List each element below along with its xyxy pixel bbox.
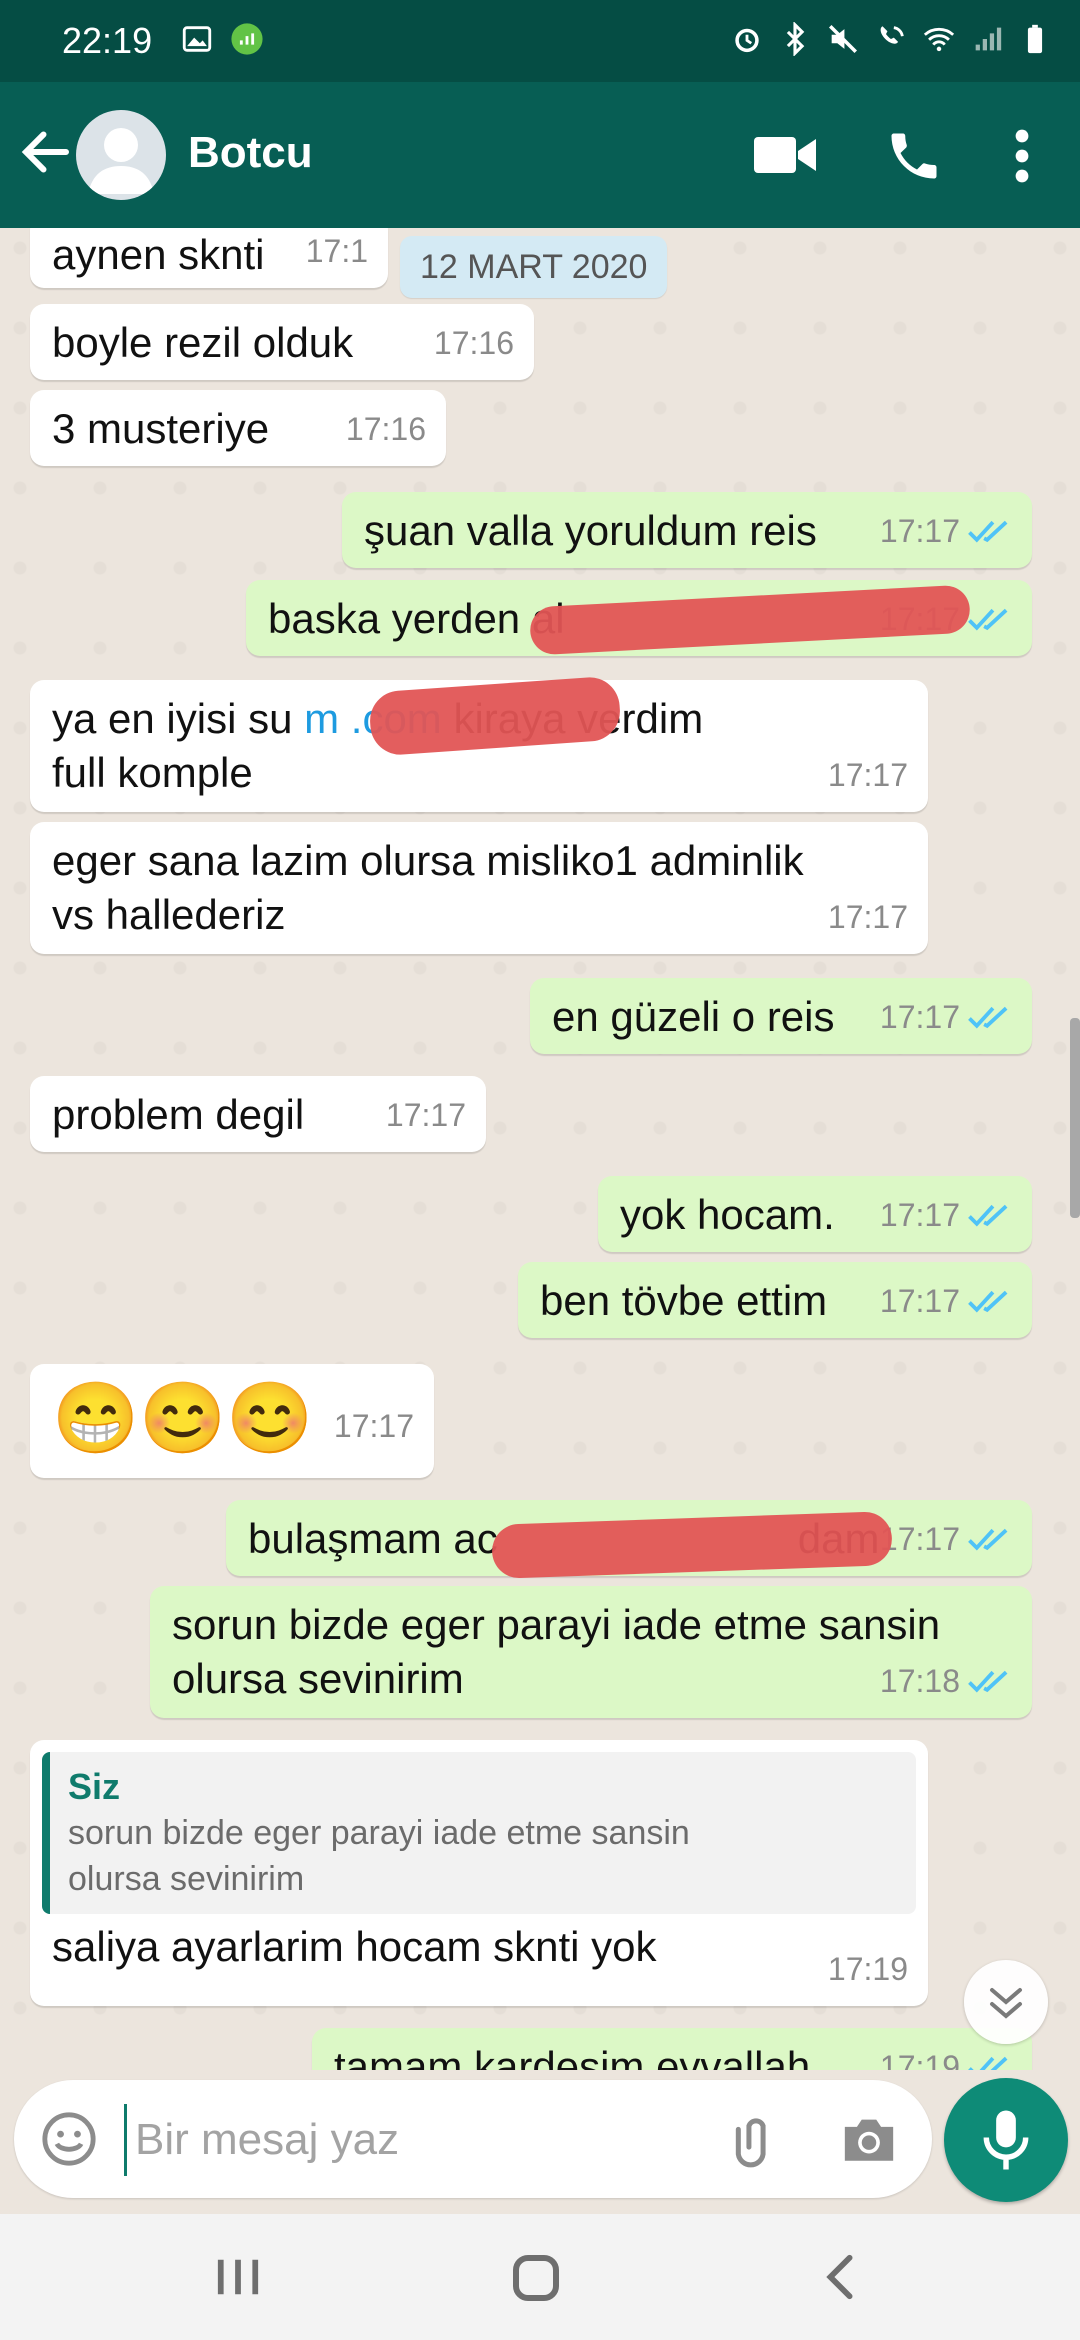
message-text: saliya ayarlarim hocam sknti yok — [52, 1923, 657, 1970]
message-time: 17:17 — [333, 1408, 414, 1444]
home-icon[interactable] — [510, 2252, 562, 2304]
mic-icon — [983, 2110, 1029, 2170]
scrollbar[interactable] — [1070, 1018, 1080, 1218]
chat-header: Botcu — [0, 82, 1080, 228]
read-ticks-icon — [968, 1670, 1008, 1693]
message-outgoing[interactable]: bulaşmam acdam 17:17 — [226, 1500, 1032, 1579]
redaction-mark — [491, 1511, 893, 1579]
camera-icon[interactable] — [840, 2112, 898, 2166]
message-text: baska yerden al — [268, 595, 565, 642]
message-incoming[interactable]: problem degil 17:17 — [30, 1076, 486, 1152]
message-text: eger sana lazim olursa misliko1 adminlik — [52, 837, 804, 884]
message-incoming[interactable]: aynen sknti 17:1 — [30, 228, 388, 288]
message-incoming[interactable]: 😁😊😊 17:17 — [30, 1364, 434, 1478]
message-text: tamam kardesim eyvallah — [334, 2043, 811, 2070]
message-composer — [14, 2080, 932, 2198]
quoted-message[interactable]: Siz sorun bizde eger parayi iade etme sa… — [42, 1752, 916, 1914]
emoji-icon[interactable] — [40, 2110, 98, 2168]
message-time: 17:17 — [879, 1197, 960, 1233]
avatar[interactable] — [76, 110, 166, 200]
message-time: 17:18 — [879, 1663, 960, 1699]
message-time: 17:16 — [345, 411, 426, 447]
message-outgoing[interactable]: baska yerden al 17:17 — [246, 580, 1032, 656]
message-text: yok hocam. — [620, 1191, 835, 1238]
quoted-text-line2: olursa sevinirim — [68, 1860, 305, 1898]
message-incoming[interactable]: ya en iyisi su m .com kiraya verdim full… — [30, 675, 928, 812]
default-avatar-icon — [88, 128, 154, 194]
message-text-line2: vs hallederiz — [52, 891, 286, 938]
message-outgoing[interactable]: şuan valla yoruldum reis 17:17 — [342, 492, 1032, 568]
message-outgoing[interactable]: yok hocam. 17:17 — [598, 1176, 1032, 1252]
video-call-icon[interactable] — [754, 132, 818, 178]
voice-record-button[interactable] — [944, 2078, 1068, 2202]
message-incoming[interactable]: 3 musteriye 17:16 — [30, 390, 446, 466]
message-input[interactable] — [124, 2104, 697, 2176]
message-text: şuan valla yoruldum reis — [364, 507, 817, 554]
mute-icon — [828, 24, 858, 54]
status-bar: 22:19 — [0, 0, 1080, 82]
cell-signal-icon — [975, 27, 1002, 51]
message-text: aynen sknti — [52, 231, 265, 278]
message-text: ben tövbe ettim — [540, 1277, 828, 1324]
message-text: en güzeli o reis — [552, 993, 835, 1040]
attach-icon[interactable] — [726, 2110, 786, 2170]
message-outgoing[interactable]: en güzeli o reis 17:17 — [530, 978, 1032, 1054]
read-ticks-icon — [968, 1006, 1008, 1029]
contact-name[interactable]: Botcu — [188, 128, 313, 178]
read-ticks-icon — [968, 1204, 1008, 1227]
message-time: 17:19 — [879, 2049, 960, 2070]
read-ticks-icon — [968, 1290, 1008, 1313]
battery-icon — [1027, 24, 1043, 54]
alarm-icon — [735, 28, 759, 53]
message-time: 17:17 — [385, 1097, 466, 1133]
message-list[interactable]: aynen sknti 17:1 12 MART 2020 boyle rezi… — [0, 228, 1080, 2070]
message-text: 3 musteriye — [52, 405, 270, 452]
message-incoming[interactable]: eger sana lazim olursa misliko1 adminlik… — [30, 822, 928, 954]
message-text: problem degil — [52, 1091, 305, 1138]
back-arrow-icon[interactable] — [16, 122, 76, 182]
message-text: bulaşmam ac — [248, 1515, 498, 1562]
read-ticks-icon — [968, 608, 1008, 631]
message-outgoing[interactable]: sorun bizde eger parayi iade etme sansin… — [150, 1586, 1032, 1718]
signal-badge-icon — [231, 23, 263, 55]
message-text: ya en iyisi su — [52, 695, 305, 742]
message-time: 17:17 — [827, 757, 908, 793]
read-ticks-icon — [968, 1528, 1008, 1551]
message-emoji: 😁😊😊 — [52, 1379, 314, 1457]
wifi-call-icon — [880, 26, 904, 44]
more-options-icon[interactable] — [1004, 126, 1040, 186]
message-text-line2: full komple — [52, 749, 253, 796]
message-time: 17:17 — [879, 513, 960, 549]
quoted-text: sorun bizde eger parayi iade etme sansin — [68, 1814, 690, 1852]
message-text: sorun bizde eger parayi iade etme sansin — [172, 1601, 941, 1648]
message-time: 17:19 — [827, 1951, 908, 1987]
message-incoming[interactable]: boyle rezil olduk 17:16 — [30, 304, 534, 380]
voice-call-icon[interactable] — [884, 126, 944, 186]
status-time: 22:19 — [62, 20, 153, 61]
back-icon[interactable] — [820, 2252, 860, 2302]
bluetooth-icon — [786, 22, 805, 56]
message-time: 17:17 — [827, 899, 908, 935]
system-nav-bar — [0, 2214, 1080, 2340]
read-ticks-icon — [968, 520, 1008, 543]
chevron-down-icon — [990, 1988, 1022, 2019]
message-outgoing[interactable]: ben tövbe ettim 17:17 — [518, 1262, 1032, 1338]
message-incoming-reply[interactable]: Siz sorun bizde eger parayi iade etme sa… — [30, 1740, 928, 2006]
message-text: boyle rezil olduk — [52, 319, 354, 366]
wifi-icon — [923, 27, 955, 52]
date-chip: 12 MART 2020 — [400, 236, 668, 298]
scroll-to-bottom-button[interactable] — [964, 1960, 1048, 2044]
message-time: 17:1 — [305, 233, 368, 269]
read-ticks-icon — [968, 2056, 1008, 2070]
quoted-sender: Siz — [68, 1766, 121, 1807]
message-outgoing[interactable]: tamam kardesim eyvallah 17:19 — [312, 2028, 1032, 2070]
message-time: 17:17 — [879, 1283, 960, 1319]
message-time: 17:17 — [879, 999, 960, 1035]
image-icon — [182, 26, 212, 52]
message-time: 17:16 — [433, 325, 514, 361]
recent-apps-icon[interactable] — [208, 2254, 268, 2300]
